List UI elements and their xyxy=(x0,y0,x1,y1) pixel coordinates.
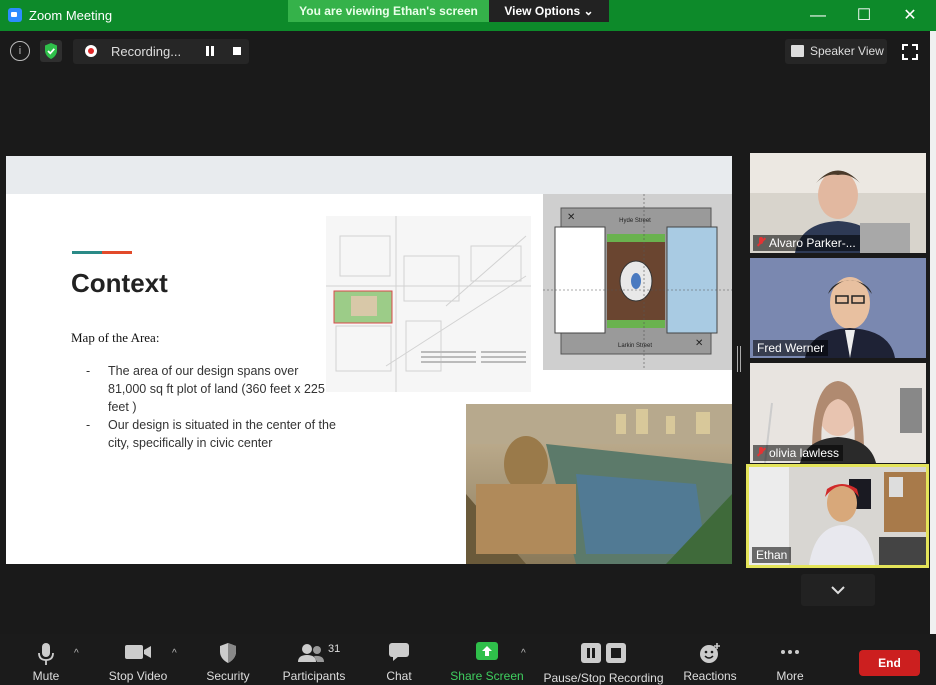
more-participants-button[interactable] xyxy=(801,574,875,606)
aerial-rendering-image xyxy=(466,404,732,564)
svg-text:✕: ✕ xyxy=(695,338,703,349)
minimize-button[interactable]: — xyxy=(795,0,841,31)
chevron-down-icon: ⌄ xyxy=(583,4,594,18)
video-options-caret-icon[interactable]: ^ xyxy=(172,648,177,659)
speaker-view-button[interactable]: Speaker View xyxy=(785,39,887,64)
chat-bubble-icon xyxy=(389,643,409,661)
participant-name-label: Fred Werner xyxy=(753,340,829,356)
record-icon xyxy=(85,45,97,57)
more-label: More xyxy=(776,669,804,683)
more-dots-icon xyxy=(781,650,799,654)
share-options-caret-icon[interactable]: ^ xyxy=(521,648,526,659)
fullscreen-icon xyxy=(902,44,918,60)
share-screen-button[interactable]: Share Screen xyxy=(450,634,524,685)
close-icon: ✕ xyxy=(903,7,917,24)
stop-recording-icon[interactable] xyxy=(233,47,241,55)
video-camera-icon xyxy=(125,645,151,659)
title-bar: Zoom Meeting You are viewing Ethan's scr… xyxy=(0,0,936,31)
mute-button[interactable]: Mute xyxy=(22,634,70,685)
mute-label: Mute xyxy=(32,669,60,683)
site-plan-top-label: Hyde Street xyxy=(619,218,651,224)
shared-screen-slide: Context Map of the Area: The area of our… xyxy=(6,156,732,564)
reactions-label: Reactions xyxy=(683,669,737,683)
encryption-shield-icon[interactable] xyxy=(40,40,62,62)
pause-stop-recording-button[interactable]: Pause/Stop Recording xyxy=(541,634,666,685)
stop-video-label: Stop Video xyxy=(108,669,168,683)
recording-label: Recording... xyxy=(111,44,182,59)
muted-mic-icon xyxy=(757,447,765,457)
panel-resize-handle[interactable] xyxy=(737,346,741,372)
minimize-icon: — xyxy=(810,7,826,24)
speaker-view-label: Speaker View xyxy=(810,44,884,58)
participants-icon xyxy=(298,644,325,662)
pause-recording-icon[interactable] xyxy=(206,46,214,56)
security-label: Security xyxy=(206,669,250,683)
participants-count: 31 xyxy=(328,643,341,655)
audio-options-caret-icon[interactable]: ^ xyxy=(74,648,79,659)
site-plan-bottom-label: Larkin Street xyxy=(618,343,652,349)
slide-bullet: The area of our design spans over 81,000… xyxy=(86,362,336,416)
participant-name-label: Alvaro Parker-... xyxy=(753,235,860,251)
share-screen-label: Share Screen xyxy=(450,669,524,683)
view-options-label: View Options xyxy=(504,4,581,18)
reactions-button[interactable]: Reactions xyxy=(680,634,740,685)
maximize-icon: ☐ xyxy=(856,7,872,24)
pause-stop-recording-label: Pause/Stop Recording xyxy=(543,671,664,685)
recording-indicator: Recording... xyxy=(73,39,249,64)
close-button[interactable]: ✕ xyxy=(887,0,933,31)
meeting-info-icon[interactable]: i xyxy=(10,41,30,61)
participant-video-tile[interactable]: olivia lawless xyxy=(750,363,926,463)
meeting-toolbar: Mute ^ Stop Video ^ Security 31 Particip… xyxy=(0,634,936,685)
slide-header-band xyxy=(6,156,732,194)
fullscreen-button[interactable] xyxy=(902,44,918,60)
area-map-image xyxy=(326,216,531,392)
more-button[interactable]: More xyxy=(770,634,810,685)
chevron-down-icon xyxy=(831,586,845,595)
security-button[interactable]: Security xyxy=(203,634,253,685)
shield-icon xyxy=(220,643,236,663)
participant-video-tile[interactable]: Alvaro Parker-... xyxy=(750,153,926,253)
speaker-view-icon xyxy=(791,45,804,57)
participant-video-tile[interactable]: Fred Werner xyxy=(750,258,926,358)
chat-button[interactable]: Chat xyxy=(376,634,422,685)
share-screen-icon xyxy=(476,642,498,660)
participants-label: Participants xyxy=(282,669,346,683)
chat-label: Chat xyxy=(386,669,412,683)
microphone-icon xyxy=(38,643,54,665)
svg-text:✕: ✕ xyxy=(567,212,575,223)
viewing-screen-banner: You are viewing Ethan's screen xyxy=(288,0,489,22)
view-options-button[interactable]: View Options ⌄ xyxy=(489,0,609,22)
participants-button[interactable]: 31 Participants xyxy=(280,634,348,685)
slide-heading: Context xyxy=(71,268,168,298)
participant-name-label: olivia lawless xyxy=(753,445,844,461)
reactions-icon xyxy=(700,643,720,663)
slide-subheading: Map of the Area: xyxy=(71,330,160,345)
window-title: Zoom Meeting xyxy=(29,8,113,23)
maximize-button[interactable]: ☐ xyxy=(841,0,887,31)
muted-mic-icon xyxy=(757,237,765,247)
pause-stop-recording-icon xyxy=(580,643,626,663)
end-meeting-button[interactable]: End xyxy=(859,650,920,676)
site-plan-image: Hyde Street Larkin Street ✕ ✕ xyxy=(543,194,732,370)
active-speaker-video-tile[interactable]: Ethan xyxy=(746,464,929,568)
slide-bullet-list: The area of our design spans over 81,000… xyxy=(86,362,336,452)
participant-name-label: Ethan xyxy=(752,547,792,563)
zoom-app-icon xyxy=(8,8,22,22)
slide-bullet: Our design is situated in the center of … xyxy=(86,416,336,452)
slide-accent-line xyxy=(72,251,132,254)
background-window-edge xyxy=(930,31,936,634)
stop-video-button[interactable]: Stop Video xyxy=(104,634,172,685)
